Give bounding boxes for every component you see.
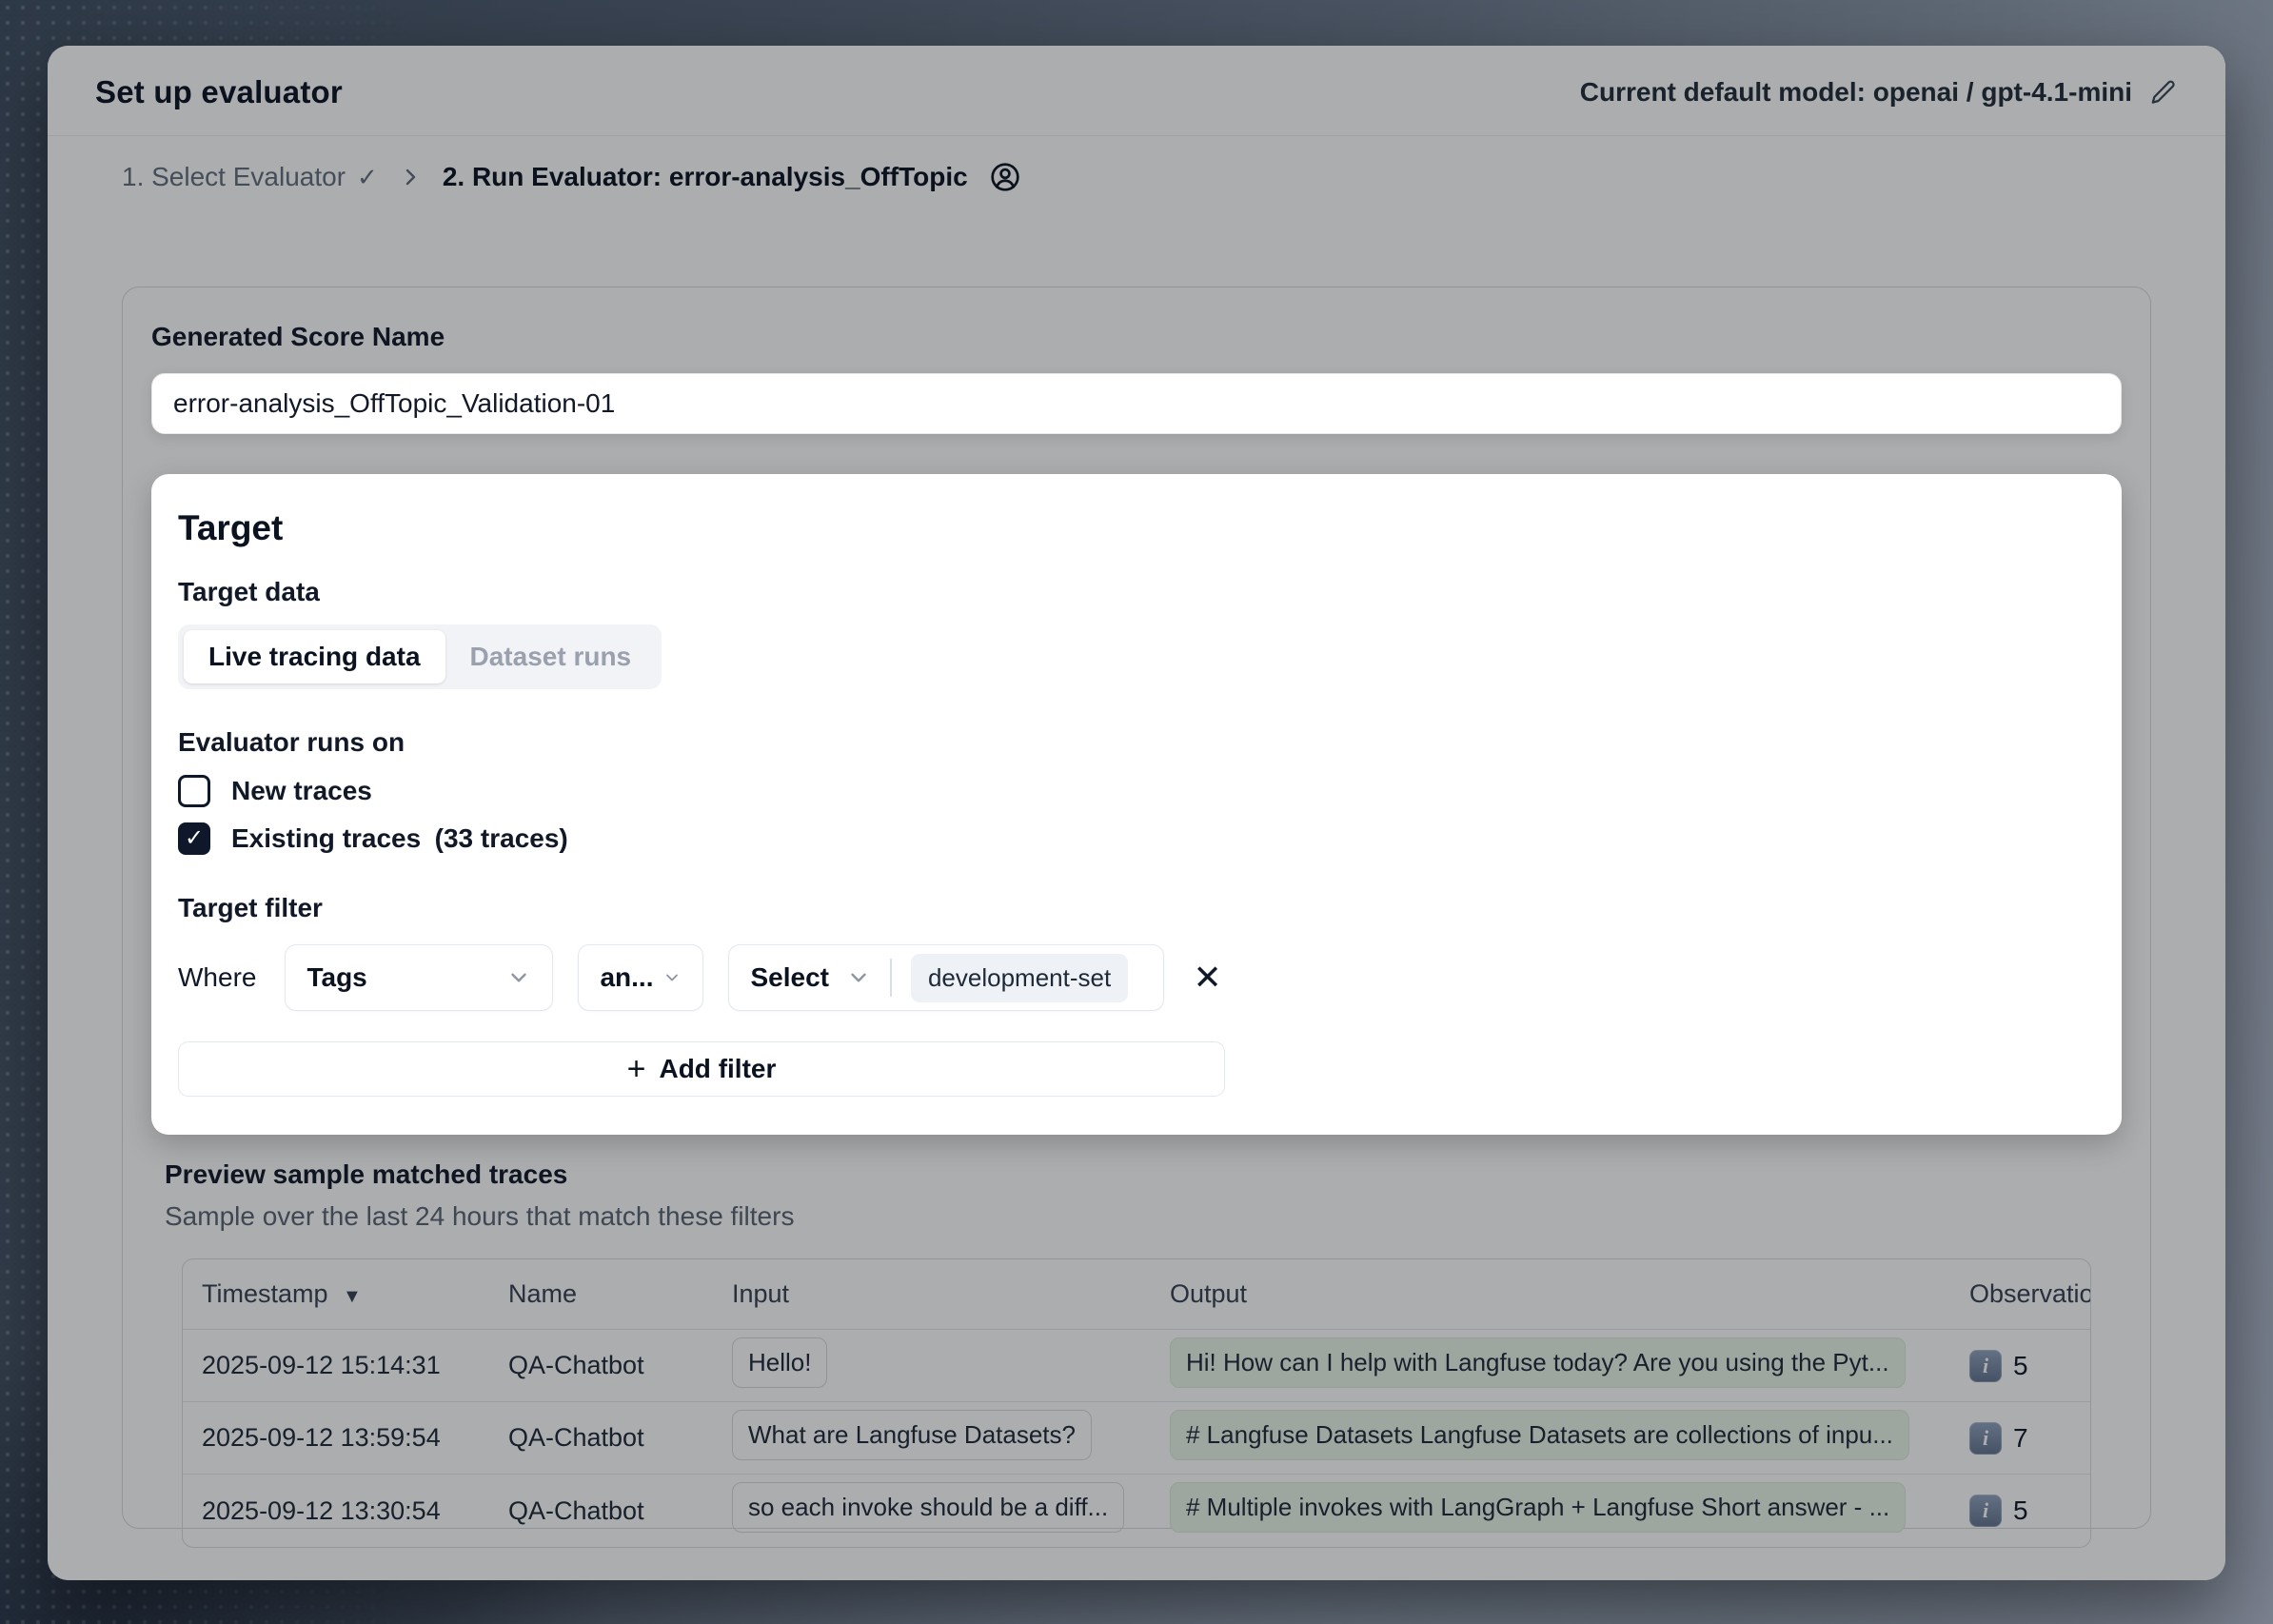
add-filter-button[interactable]: + Add filter (178, 1041, 1225, 1097)
target-card: Target Target data Live tracing data Dat… (151, 474, 2122, 1135)
filter-value-chip[interactable]: development-set (911, 954, 1128, 1002)
edit-model-button[interactable] (2149, 78, 2178, 107)
new-traces-checkbox[interactable] (178, 775, 210, 807)
default-model-label: Current default model: openai / gpt-4.1-… (1580, 77, 2132, 108)
info-level-icon: i (1969, 1350, 2002, 1382)
trace-input-preview[interactable]: so each invoke should be a diff... (732, 1482, 1124, 1533)
filter-column-select[interactable]: Tags (285, 944, 553, 1011)
target-data-label: Target data (178, 577, 2095, 607)
trace-output-preview[interactable]: Hi! How can I help with Langfuse today? … (1170, 1337, 1906, 1388)
preview-title: Preview sample matched traces (165, 1159, 2122, 1190)
new-traces-label: New traces (231, 776, 372, 806)
column-header-input: Input (713, 1279, 1151, 1309)
filter-where-label: Where (178, 962, 256, 993)
checkmark-icon: ✓ (185, 827, 204, 850)
table-header-row: Timestamp ▼ Name Input Output Observatio… (183, 1259, 2090, 1330)
table-row[interactable]: 2025-09-12 13:59:54 QA-Chatbot What are … (183, 1402, 2090, 1475)
trace-timestamp: 2025-09-12 13:59:54 (183, 1423, 489, 1453)
target-title: Target (178, 508, 2095, 548)
modal-header: Set up evaluator Current default model: … (48, 46, 2225, 136)
tab-live-tracing-data[interactable]: Live tracing data (184, 630, 445, 683)
trace-input-preview[interactable]: Hello! (732, 1337, 827, 1388)
info-level-icon: i (1969, 1422, 2002, 1455)
trace-name: QA-Chatbot (489, 1351, 713, 1380)
page-title: Set up evaluator (95, 74, 343, 110)
default-model-area: Current default model: openai / gpt-4.1-… (1580, 77, 2178, 108)
trace-name: QA-Chatbot (489, 1423, 713, 1453)
filter-operator-value: an... (600, 962, 653, 993)
observation-level-count: 5 (2013, 1495, 2028, 1526)
remove-filter-button[interactable]: ✕ (1189, 957, 1225, 999)
chevron-down-icon (662, 968, 682, 987)
trace-timestamp: 2025-09-12 15:14:31 (183, 1351, 489, 1380)
column-header-observation-levels: Observation Levels (1950, 1279, 2090, 1309)
setup-evaluator-modal: Set up evaluator Current default model: … (48, 46, 2225, 1580)
target-filter-label: Target filter (178, 893, 2095, 923)
table-row[interactable]: 2025-09-12 13:30:54 QA-Chatbot so each i… (183, 1475, 2090, 1547)
chevron-right-icon (399, 166, 422, 188)
preview-subtitle: Sample over the last 24 hours that match… (165, 1201, 2122, 1232)
breadcrumb: 1. Select Evaluator ✓ 2. Run Evaluator: … (48, 136, 2225, 201)
observation-level-count: 5 (2013, 1351, 2028, 1381)
trace-name: QA-Chatbot (489, 1496, 713, 1526)
trace-output-preview[interactable]: # Langfuse Datasets Langfuse Datasets ar… (1170, 1410, 1909, 1460)
user-circle-icon (989, 161, 1021, 193)
step-complete-check-icon: ✓ (357, 163, 378, 192)
existing-traces-label: Existing traces (231, 823, 421, 853)
score-name-label: Generated Score Name (151, 322, 2122, 352)
filter-value-select[interactable]: Select development-set (728, 944, 1164, 1011)
chevron-down-icon (846, 965, 871, 990)
column-header-timestamp[interactable]: Timestamp ▼ (183, 1279, 489, 1309)
chevron-down-icon (506, 965, 531, 990)
table-row[interactable]: 2025-09-12 15:14:31 QA-Chatbot Hello! Hi… (183, 1330, 2090, 1402)
observation-level-count: 7 (2013, 1423, 2028, 1454)
breadcrumb-step-1[interactable]: 1. Select Evaluator ✓ (122, 162, 378, 192)
divider (890, 959, 892, 997)
filter-value-trigger: Select (750, 962, 829, 993)
plus-icon: + (627, 1051, 646, 1088)
pencil-icon (2149, 78, 2178, 107)
add-filter-label: Add filter (659, 1054, 776, 1084)
matched-traces-table: Timestamp ▼ Name Input Output Observatio… (182, 1258, 2091, 1548)
trace-input-preview[interactable]: What are Langfuse Datasets? (732, 1410, 1092, 1460)
trace-output-preview[interactable]: # Multiple invokes with LangGraph + Lang… (1170, 1482, 1906, 1533)
filter-row: Where Tags an... Select (178, 944, 2095, 1011)
existing-traces-count: (33 traces) (435, 823, 568, 853)
option-new-traces[interactable]: New traces (178, 775, 2095, 807)
filter-operator-select[interactable]: an... (578, 944, 703, 1011)
existing-traces-checkbox[interactable]: ✓ (178, 822, 210, 855)
generated-score-name-input[interactable] (151, 373, 2122, 434)
sort-desc-icon: ▼ (343, 1286, 362, 1307)
option-existing-traces[interactable]: ✓ Existing traces (33 traces) (178, 822, 2095, 855)
breadcrumb-step-2: 2. Run Evaluator: error-analysis_OffTopi… (443, 162, 968, 192)
trace-timestamp: 2025-09-12 13:30:54 (183, 1496, 489, 1526)
target-data-tabs: Live tracing data Dataset runs (178, 624, 662, 689)
close-icon: ✕ (1193, 958, 1221, 997)
column-header-output: Output (1151, 1279, 1950, 1309)
filter-column-value: Tags (306, 962, 366, 993)
tab-dataset-runs[interactable]: Dataset runs (445, 630, 657, 683)
info-level-icon: i (1969, 1495, 2002, 1527)
breadcrumb-step-1-label: 1. Select Evaluator (122, 162, 346, 192)
run-evaluator-form: Generated Score Name Target Target data … (122, 287, 2151, 1529)
column-header-name: Name (489, 1279, 713, 1309)
evaluator-runs-on-label: Evaluator runs on (178, 727, 2095, 758)
